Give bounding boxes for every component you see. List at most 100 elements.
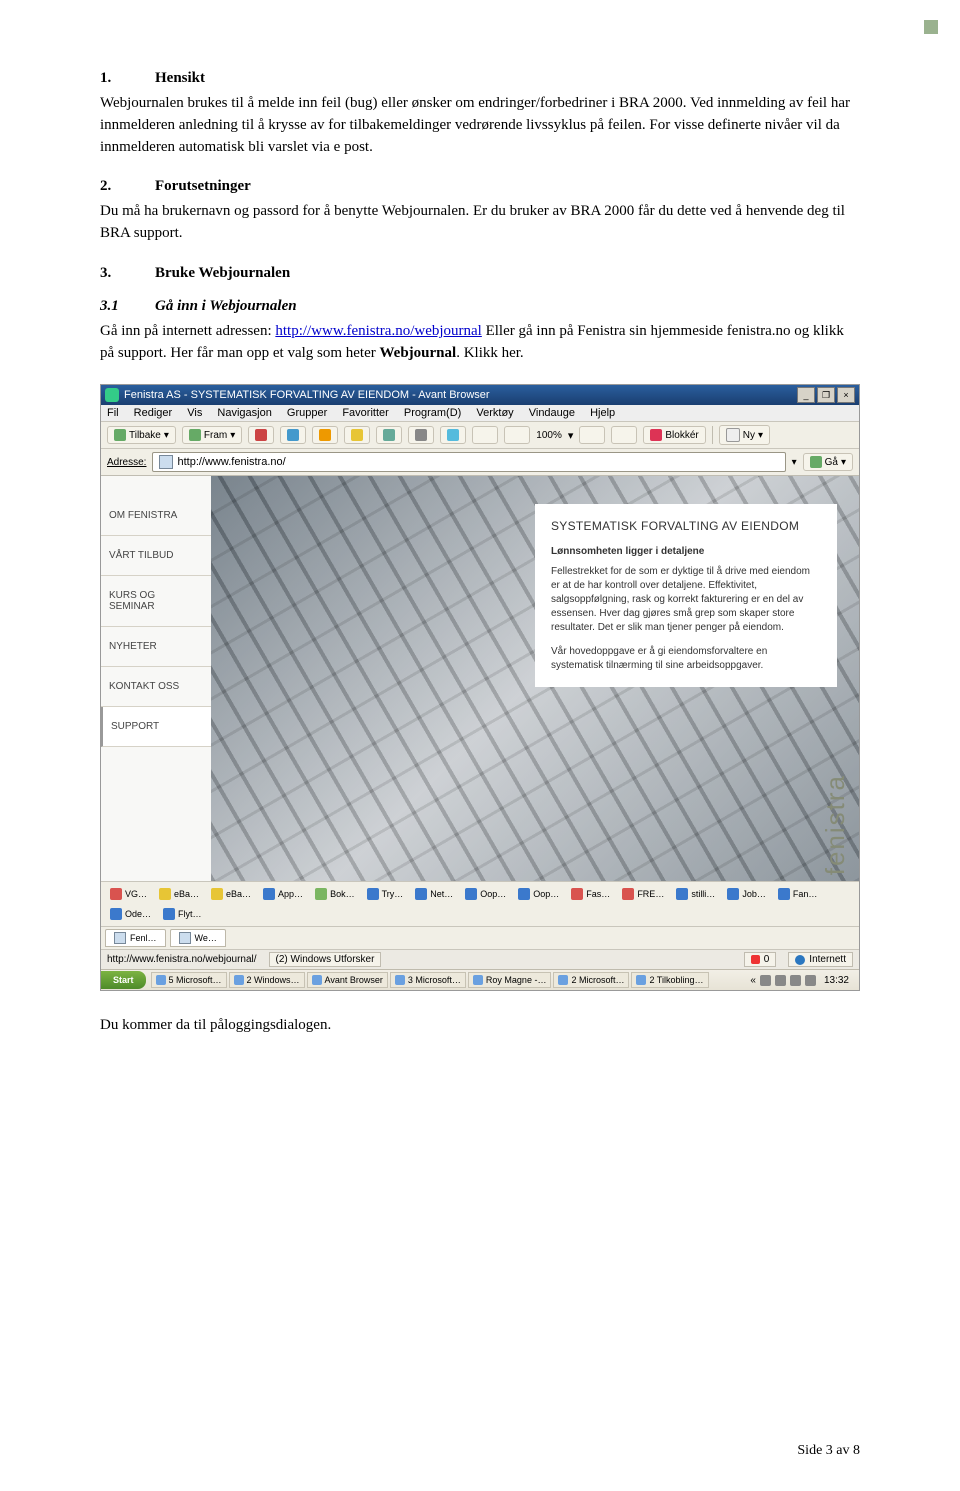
sidebar-item-kurs[interactable]: KURS OG SEMINAR: [101, 576, 211, 627]
link-fre[interactable]: FRE…: [617, 885, 669, 903]
go-button[interactable]: Gå ▾: [803, 453, 853, 471]
favorites-button[interactable]: [344, 426, 370, 444]
link-flyt[interactable]: Flyt…: [158, 905, 207, 923]
favicon-icon: [465, 888, 477, 900]
tab-fenl[interactable]: Fenl…: [105, 929, 166, 947]
generic-icon: [586, 429, 598, 441]
link-oop1[interactable]: Oop…: [460, 885, 511, 903]
globe-icon: [795, 955, 805, 965]
hero-paragraph-2: Vår hovedoppgave er å gi eiendomsforvalt…: [551, 645, 821, 673]
app-icon: [156, 975, 166, 985]
reload-button[interactable]: [280, 426, 306, 444]
section-3-1-body: Gå inn på internett adressen: http://www…: [100, 321, 860, 365]
stop-button[interactable]: [248, 426, 274, 444]
tray-icon[interactable]: [775, 975, 786, 986]
sidebar-item-tilbud[interactable]: VÅRT TILBUD: [101, 536, 211, 576]
new-tab-button[interactable]: Ny ▾: [719, 425, 770, 445]
app-icon: [312, 975, 322, 985]
links-bar: VG… eBa… eBa… App… Bok… Try… Net… Oop… O…: [101, 881, 859, 926]
blokker-button[interactable]: Blokkér: [643, 426, 705, 444]
menu-navigasjon[interactable]: Navigasjon: [217, 407, 271, 419]
task-3[interactable]: Avant Browser: [307, 972, 388, 988]
sidebar-item-support-label: SUPPORT: [111, 721, 203, 732]
tab-we[interactable]: We…: [170, 929, 226, 947]
tray-icon[interactable]: [760, 975, 771, 986]
section-3-title: Bruke Webjournalen: [155, 265, 290, 282]
link-eba2[interactable]: eBa…: [206, 885, 256, 903]
webjournal-link[interactable]: http://www.fenistra.no/webjournal: [275, 323, 481, 339]
link-vg[interactable]: VG…: [105, 885, 152, 903]
menu-bar: Fil Rediger Vis Navigasjon Grupper Favor…: [101, 405, 859, 422]
section-1: 1. Hensikt: [100, 70, 860, 87]
sidebar-item-om[interactable]: OM FENISTRA: [101, 496, 211, 536]
sidebar-item-support[interactable]: SUPPORT: [101, 707, 211, 747]
tab-icon: [114, 932, 126, 944]
menu-vis[interactable]: Vis: [187, 407, 202, 419]
section-3-1: 3.1 Gå inn i Webjournalen: [100, 298, 860, 315]
generic-icon: [511, 429, 523, 441]
forward-button[interactable]: Fram ▾: [182, 426, 242, 444]
sidebar-item-nyheter[interactable]: NYHETER: [101, 627, 211, 667]
link-fas[interactable]: Fas…: [566, 885, 615, 903]
task-6[interactable]: 2 Microsoft…: [553, 972, 629, 988]
task-4[interactable]: 3 Microsoft…: [390, 972, 466, 988]
back-button[interactable]: Tilbake ▾: [107, 426, 176, 444]
menu-hjelp[interactable]: Hjelp: [590, 407, 615, 419]
windows-taskbar: Start 5 Microsoft… 2 Windows… Avant Brow…: [101, 969, 859, 990]
menu-rediger[interactable]: Rediger: [134, 407, 173, 419]
link-fan[interactable]: Fan…: [773, 885, 823, 903]
favicon-icon: [163, 908, 175, 920]
zoom-label[interactable]: 100%: [536, 430, 562, 441]
tray-icon[interactable]: [790, 975, 801, 986]
blokker-label: Blokkér: [665, 430, 698, 441]
search-button[interactable]: [376, 426, 402, 444]
sidebar-item-kontakt[interactable]: KONTAKT OSS: [101, 667, 211, 707]
menu-grupper[interactable]: Grupper: [287, 407, 327, 419]
tool-button-1[interactable]: [472, 426, 498, 444]
hero-paragraph-1: Fellestrekket for de som er dyktige til …: [551, 565, 821, 635]
link-stilli[interactable]: stilli…: [671, 885, 720, 903]
favicon-icon: [415, 888, 427, 900]
task-2[interactable]: 2 Windows…: [229, 972, 305, 988]
start-button[interactable]: Start: [101, 971, 146, 989]
favicon-icon: [727, 888, 739, 900]
url-input[interactable]: http://www.fenistra.no/: [152, 452, 785, 472]
link-job[interactable]: Job…: [722, 885, 771, 903]
menu-fil[interactable]: Fil: [107, 407, 119, 419]
link-net[interactable]: Net…: [410, 885, 458, 903]
task-1[interactable]: 5 Microsoft…: [151, 972, 227, 988]
tray-expand-icon[interactable]: «: [750, 975, 756, 986]
minimize-button[interactable]: _: [797, 387, 815, 403]
section-2-title: Forutsetninger: [155, 178, 251, 195]
link-try[interactable]: Try…: [362, 885, 409, 903]
tool-button-4[interactable]: [611, 426, 637, 444]
link-app[interactable]: App…: [258, 885, 308, 903]
maximize-button[interactable]: ❐: [817, 387, 835, 403]
tool-button-2[interactable]: [504, 426, 530, 444]
tab-icon: [179, 932, 191, 944]
print-button[interactable]: [408, 426, 434, 444]
close-button[interactable]: ×: [837, 387, 855, 403]
fullscreen-button[interactable]: [440, 426, 466, 444]
menu-favoritter[interactable]: Favoritter: [342, 407, 388, 419]
task-7[interactable]: 2 Tilkobling…: [631, 972, 708, 988]
home-button[interactable]: [312, 426, 338, 444]
favicon-icon: [110, 908, 122, 920]
menu-verktoy[interactable]: Verktøy: [476, 407, 513, 419]
section-1-number: 1.: [100, 70, 155, 87]
link-eba1[interactable]: eBa…: [154, 885, 204, 903]
generic-icon: [618, 429, 630, 441]
tool-button-3[interactable]: [579, 426, 605, 444]
print-icon: [415, 429, 427, 441]
app-icon: [636, 975, 646, 985]
status-zero: 0: [744, 952, 777, 967]
section-3-1-bold: Webjournal: [380, 345, 457, 361]
favicon-icon: [676, 888, 688, 900]
task-5[interactable]: Roy Magne -…: [468, 972, 552, 988]
link-ode[interactable]: Ode…: [105, 905, 156, 923]
tray-icon[interactable]: [805, 975, 816, 986]
link-bok[interactable]: Bok…: [310, 885, 360, 903]
menu-program[interactable]: Program(D): [404, 407, 461, 419]
menu-vindauge[interactable]: Vindauge: [529, 407, 575, 419]
link-oop2[interactable]: Oop…: [513, 885, 564, 903]
